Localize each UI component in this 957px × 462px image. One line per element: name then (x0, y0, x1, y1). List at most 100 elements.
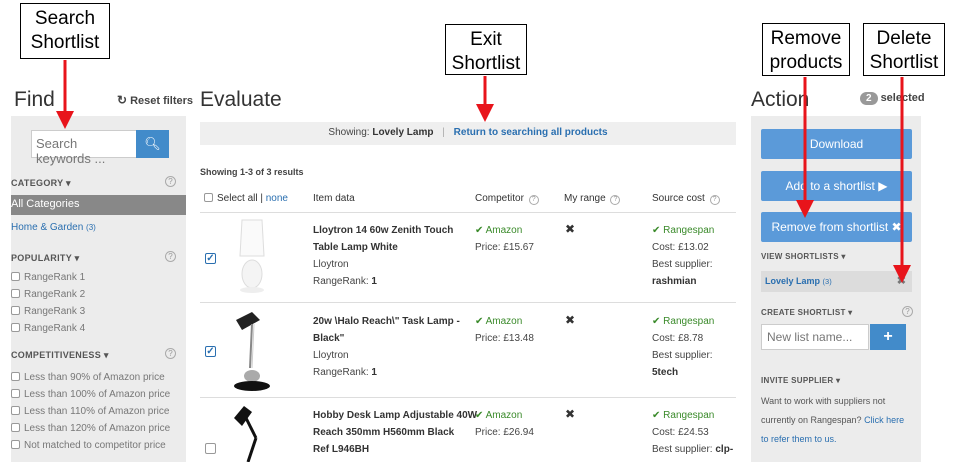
callout-line: Shortlist (451, 53, 521, 74)
category-dropdown[interactable]: CATEGORY ▾ (11, 178, 71, 189)
help-icon[interactable]: ? (902, 306, 913, 317)
refer-supplier-link[interactable]: Click here (864, 415, 904, 425)
filter-rangerank-2[interactable]: RangeRank 2 (11, 289, 85, 300)
search-icon: 🔍︎ (144, 136, 161, 151)
filter-rangerank-4[interactable]: RangeRank 4 (11, 323, 85, 334)
product-image-task-lamp[interactable] (228, 308, 276, 392)
product-title[interactable]: Table Lamp White (313, 239, 453, 256)
not-in-range-icon: ✖ (565, 407, 576, 421)
rank-value: 1 (371, 276, 377, 287)
remove-from-shortlist-button[interactable]: Remove from shortlist ✖ (761, 212, 912, 242)
column-my-range: My range ? (564, 193, 621, 205)
row-checkbox[interactable] (205, 443, 216, 454)
search-input[interactable]: Search keywords ... (31, 130, 137, 166)
product-title[interactable]: Reach 350mm H560mm Black (313, 424, 477, 441)
filter-rangerank-1[interactable]: RangeRank 1 (11, 272, 85, 283)
competitiveness-dropdown[interactable]: COMPETITIVENESS ▾ (11, 350, 109, 361)
filter-rangerank-3[interactable]: RangeRank 3 (11, 306, 85, 317)
source-cost: Cost: £8.78 (652, 333, 704, 344)
callout-line: Delete (876, 28, 932, 49)
checkbox[interactable] (11, 372, 20, 381)
checkbox[interactable] (11, 389, 20, 398)
category-all[interactable]: All Categories (11, 195, 186, 215)
select-all-label[interactable]: Select all (217, 193, 258, 204)
new-list-name-input[interactable]: New list name... (761, 324, 869, 350)
select-all-header: Select all | none (204, 193, 288, 204)
row-competitor: ✔ Amazon Price: £15.67 (475, 222, 534, 256)
add-to-shortlist-button[interactable]: Add to a shortlist ▶ (761, 171, 912, 201)
checkbox[interactable] (11, 272, 20, 281)
product-image-table-lamp[interactable] (232, 218, 272, 296)
category-title: CATEGORY (11, 178, 64, 188)
select-none-link[interactable]: none (266, 193, 288, 204)
product-brand: Lloytron (313, 350, 349, 361)
create-shortlist-button[interactable]: + (870, 324, 906, 350)
filter-competitive-120[interactable]: Less than 120% of Amazon price (11, 423, 170, 434)
help-icon[interactable]: ? (165, 348, 176, 359)
showing-label: Showing: (328, 127, 370, 138)
category-home-garden[interactable]: Home & Garden (3) (11, 222, 96, 233)
help-icon[interactable]: ? (165, 176, 176, 187)
delete-shortlist-icon[interactable]: ✖ (897, 274, 906, 287)
shortlist-item[interactable]: Lovely Lamp (3) ✖ (761, 271, 912, 292)
create-shortlist-dropdown[interactable]: CREATE SHORTLIST ▾ (761, 308, 853, 317)
search-button[interactable]: 🔍︎ (136, 130, 169, 158)
divider (200, 212, 736, 213)
product-image-desk-lamp[interactable] (230, 404, 270, 462)
separator: | (442, 127, 445, 138)
refer-supplier-link[interactable]: to refer them to us. (761, 434, 837, 444)
source-label: Rangespan (663, 316, 715, 327)
filter-not-matched[interactable]: Not matched to competitor price (11, 440, 166, 451)
help-icon[interactable]: ? (709, 195, 720, 205)
invite-supplier-dropdown[interactable]: INVITE SUPPLIER ▾ (761, 376, 840, 385)
filter-competitive-110[interactable]: Less than 110% of Amazon price (11, 406, 169, 417)
checkbox[interactable] (11, 323, 20, 332)
product-rank: RangeRank: 1 (313, 273, 453, 290)
checkbox[interactable] (11, 440, 20, 449)
source-name: ✔ Rangespan (652, 407, 733, 424)
callout-search-shortlist: Search Shortlist (20, 3, 110, 59)
popularity-dropdown[interactable]: POPULARITY ▾ (11, 253, 79, 264)
checkbox[interactable] (11, 306, 20, 315)
reset-filters-label: Reset filters (130, 95, 194, 107)
category-label: Home & Garden (11, 222, 84, 233)
help-icon[interactable]: ? (165, 251, 176, 262)
shortlist-name[interactable]: Lovely Lamp (765, 276, 820, 286)
product-title[interactable]: Black" (313, 330, 460, 347)
checkbox[interactable] (11, 289, 20, 298)
checkbox[interactable] (11, 423, 20, 432)
callout-exit-shortlist: Exit Shortlist (445, 24, 527, 75)
showing-bar: Showing: Lovely Lamp | Return to searchi… (200, 122, 736, 145)
action-heading: Action (751, 88, 810, 111)
source-name: ✔ Rangespan (652, 313, 714, 330)
refresh-icon: ↻ (117, 93, 128, 107)
reset-filters-button[interactable]: ↻ Reset filters (117, 93, 193, 107)
product-title[interactable]: 20w \Halo Reach\" Task Lamp - (313, 313, 460, 330)
showing-value: Lovely Lamp (372, 127, 434, 138)
checkbox[interactable] (11, 406, 20, 415)
filter-competitive-90[interactable]: Less than 90% of Amazon price (11, 372, 165, 383)
row-checkbox[interactable]: ✓ (205, 346, 216, 357)
row-checkbox[interactable]: ✓ (205, 253, 216, 264)
competitor-label: Amazon (485, 316, 523, 327)
rank-value: 1 (371, 367, 377, 378)
help-icon[interactable]: ? (528, 195, 539, 205)
product-title[interactable]: Ref L946BH (313, 441, 477, 458)
filter-label: Less than 120% of Amazon price (24, 423, 171, 434)
product-title[interactable]: Lloytron 14 60w Zenith Touch (313, 222, 453, 239)
view-shortlists-dropdown[interactable]: VIEW SHORTLISTS ▾ (761, 252, 846, 261)
selected-label: selected (880, 92, 925, 104)
filter-label: RangeRank 1 (24, 272, 86, 283)
filter-competitive-100[interactable]: Less than 100% of Amazon price (11, 389, 170, 400)
divider (200, 397, 736, 398)
supplier-label: Best supplier: (652, 444, 713, 455)
product-title[interactable]: Hobby Desk Lamp Adjustable 40W (313, 407, 477, 424)
check-icon: ✔ (652, 410, 661, 421)
download-button[interactable]: Download (761, 129, 912, 159)
select-all-checkbox[interactable] (204, 193, 213, 202)
help-icon[interactable]: ? (610, 195, 621, 205)
callout-delete-shortlist: Delete Shortlist (863, 23, 945, 76)
row-source-cost: ✔ Rangespan Cost: £24.53 Best supplier: … (652, 407, 733, 458)
return-to-all-products-link[interactable]: Return to searching all products (454, 127, 608, 138)
check-icon: ✔ (652, 316, 661, 327)
